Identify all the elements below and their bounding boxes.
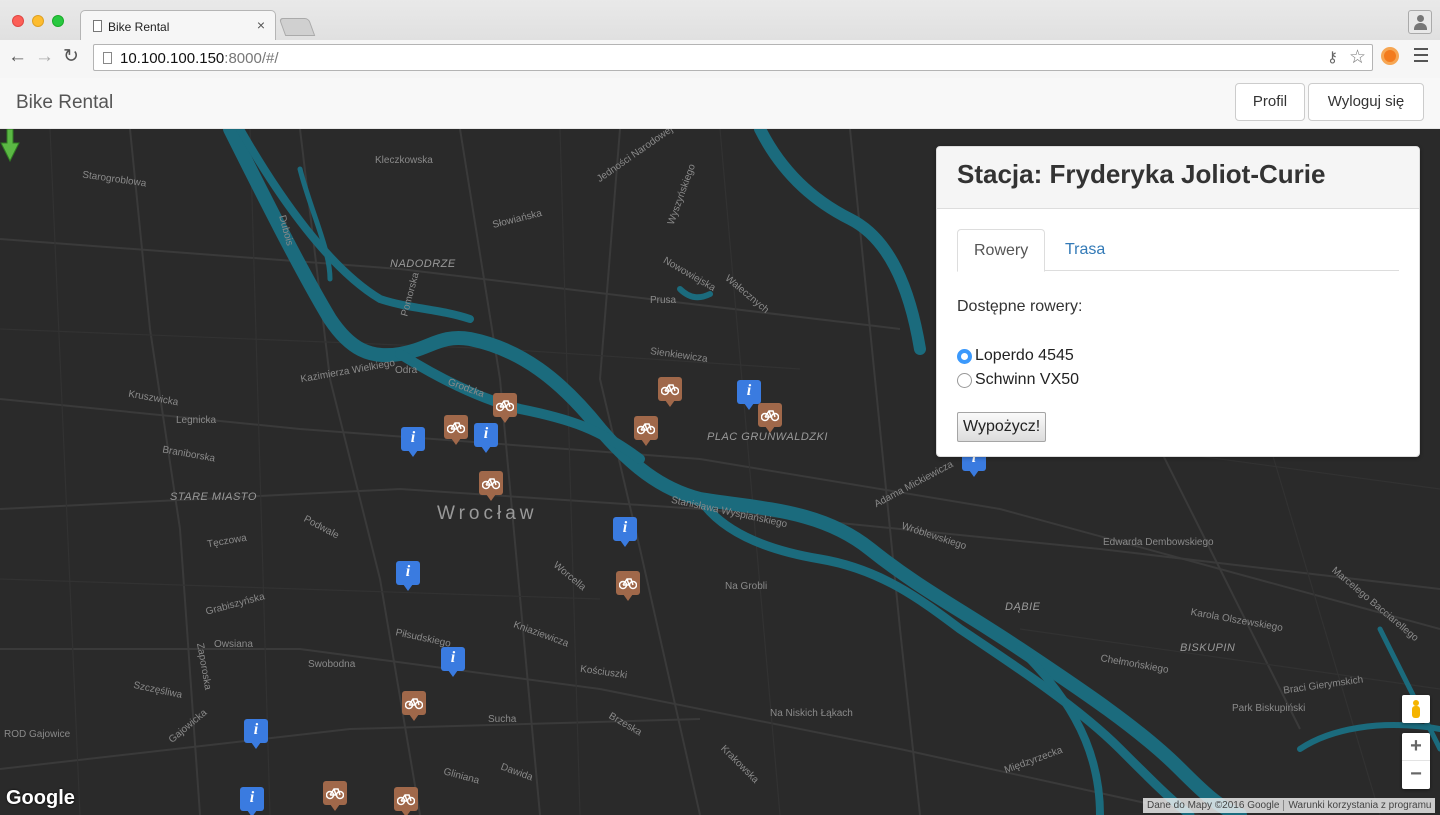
hamburger-menu-icon[interactable]	[1414, 48, 1428, 66]
maximize-window-button[interactable]	[52, 15, 64, 27]
district-label: BISKUPIN	[1180, 642, 1236, 654]
reload-icon[interactable]: ↻	[63, 46, 79, 68]
city-label: Wrocław	[437, 503, 538, 524]
bike-station-icon[interactable]	[634, 416, 658, 446]
tab-close-icon[interactable]: ×	[257, 17, 265, 33]
zoom-in-button[interactable]: +	[1402, 733, 1430, 761]
river-label: Odra	[395, 365, 418, 376]
info-marker-icon[interactable]: i	[474, 423, 498, 453]
profile-button[interactable]: Profil	[1235, 83, 1305, 121]
info-marker-icon[interactable]: i	[396, 561, 420, 591]
tab-title: Bike Rental	[108, 20, 170, 34]
info-marker-icon[interactable]: i	[737, 380, 761, 410]
available-bikes-label: Dostępne rowery:	[957, 298, 1083, 315]
brand-link[interactable]: Bike Rental	[16, 92, 113, 114]
page-icon	[103, 52, 112, 64]
station-tabs: Rowery Trasa	[957, 229, 1399, 272]
radio-button-unchecked[interactable]	[957, 373, 972, 388]
zoom-control: + −	[1402, 733, 1430, 789]
key-icon[interactable]: ⚷	[1327, 48, 1338, 66]
street-view-pegman-icon[interactable]	[1402, 695, 1430, 723]
info-marker-icon[interactable]: i	[244, 719, 268, 749]
info-marker-icon[interactable]: i	[441, 647, 465, 677]
bike-station-icon[interactable]	[323, 781, 347, 811]
new-tab-button[interactable]	[278, 18, 316, 36]
tab-rowery[interactable]: Rowery	[957, 229, 1046, 272]
station-title: Stacja: Fryderyka Joliot-Curie	[957, 159, 1326, 189]
bike-option-label: Schwinn VX50	[975, 371, 1080, 388]
bike-option-schwinn[interactable]: Schwinn VX50	[957, 368, 1399, 392]
zoom-out-button[interactable]: −	[1402, 761, 1430, 789]
address-bar[interactable]: 10.100.100.150:8000/#/ ⚷ ☆	[93, 44, 1373, 71]
google-logo: Google	[6, 787, 75, 809]
green-arrow-marker-icon[interactable]	[0, 129, 20, 163]
street-label: Na Grobli	[725, 581, 768, 592]
district-label: NADODRZE	[390, 258, 456, 270]
minimize-window-button[interactable]	[32, 15, 44, 27]
bike-station-icon[interactable]	[616, 571, 640, 601]
station-panel: Stacja: Fryderyka Joliot-Curie Rowery Tr…	[936, 146, 1420, 457]
bike-station-icon[interactable]	[479, 471, 503, 501]
rent-button[interactable]: Wypożycz!	[957, 412, 1047, 442]
browser-toolbar: ← → ↻ 10.100.100.150:8000/#/ ⚷ ☆	[0, 40, 1440, 78]
user-icon-head	[1417, 15, 1424, 22]
url-text[interactable]: 10.100.100.150:8000/#/	[120, 50, 279, 67]
info-marker-icon[interactable]: i	[401, 427, 425, 457]
street-label: Na Niskich Łąkach	[770, 708, 853, 719]
browser-profile-button[interactable]	[1408, 10, 1432, 34]
district-label: PLAC GRUNWALDZKI	[707, 431, 828, 443]
area-label: ROD Gajowice	[4, 729, 71, 740]
park-label: Park Biskupiński	[1232, 703, 1306, 714]
bike-station-icon[interactable]	[394, 787, 418, 815]
bike-station-icon[interactable]	[493, 393, 517, 423]
info-marker-icon[interactable]: i	[613, 517, 637, 547]
document-icon	[93, 20, 102, 32]
district-label: STARE MIASTO	[170, 491, 257, 503]
app-navbar: Bike Rental Profil Wyloguj się	[0, 78, 1440, 129]
browser-tab[interactable]: Bike Rental ×	[80, 10, 276, 40]
map-attribution: Dane do Mapy ©2016 Google Warunki korzyst…	[1143, 798, 1436, 813]
street-label: Sucha	[488, 714, 517, 725]
street-label: Kleczkowska	[375, 155, 433, 166]
bike-option-label: Loperdo 4545	[975, 347, 1074, 364]
map-data-credit[interactable]: Dane do Mapy ©2016 Google	[1147, 800, 1279, 811]
terms-link[interactable]: Warunki korzystania z programu	[1288, 800, 1431, 811]
logout-button[interactable]: Wyloguj się	[1308, 83, 1424, 121]
extension-icon[interactable]	[1381, 47, 1399, 65]
street-label: Prusa	[650, 295, 677, 306]
station-panel-body: Rowery Trasa Dostępne rowery: Loperdo 45…	[937, 209, 1419, 456]
close-window-button[interactable]	[12, 15, 24, 27]
radio-button-checked[interactable]	[957, 349, 972, 364]
bookmark-star-icon[interactable]: ☆	[1349, 46, 1366, 69]
district-label: DĄBIE	[1005, 601, 1041, 613]
station-panel-heading: Stacja: Fryderyka Joliot-Curie	[937, 147, 1419, 209]
user-icon-body	[1414, 23, 1427, 30]
street-label: Owsiana	[214, 639, 253, 650]
bike-station-icon[interactable]	[758, 403, 782, 433]
browser-window-chrome: Bike Rental × ← → ↻ 10.100.100.150:8000/…	[0, 0, 1440, 78]
bike-radio-group: Loperdo 4545 Schwinn VX50	[957, 344, 1399, 392]
bike-station-icon[interactable]	[402, 691, 426, 721]
tab-trasa[interactable]: Trasa	[1049, 229, 1121, 271]
forward-arrow-icon[interactable]: →	[35, 46, 54, 68]
bike-station-icon[interactable]	[658, 377, 682, 407]
street-label: Swobodna	[308, 659, 356, 670]
bike-station-icon[interactable]	[444, 415, 468, 445]
bike-option-loperdo[interactable]: Loperdo 4545	[957, 344, 1399, 368]
info-marker-icon[interactable]: i	[240, 787, 264, 815]
back-arrow-icon[interactable]: ←	[8, 46, 27, 68]
street-label: Legnicka	[176, 415, 217, 426]
street-label: Edwarda Dembowskiego	[1103, 537, 1214, 548]
